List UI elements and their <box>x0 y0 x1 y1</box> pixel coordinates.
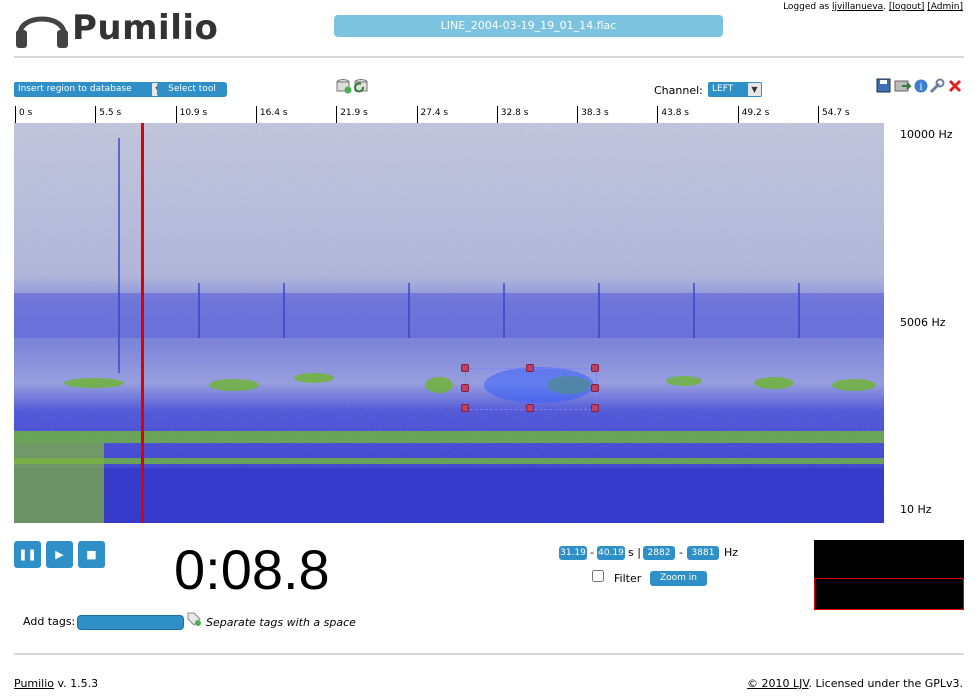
wrench-icon[interactable] <box>929 78 945 94</box>
database-refresh-icon[interactable] <box>354 79 368 93</box>
ruler-tick <box>657 106 659 123</box>
logout-link[interactable]: [logout] <box>889 2 924 12</box>
ruler-tick-label: 32.8 s <box>500 108 529 118</box>
ruler-tick-label: 10.9 s <box>179 108 208 118</box>
ruler-tick <box>416 106 418 123</box>
ruler-tick <box>175 106 177 123</box>
login-bar: Logged as ljvillanueva. [logout] [Admin] <box>783 2 963 12</box>
pause-icon: ❚❚ <box>18 548 37 561</box>
freq-unit-label: Hz <box>724 546 739 559</box>
ruler-tick <box>336 106 338 123</box>
time-unit-label: s | <box>628 546 641 559</box>
time-ruler: 0 s 5.5 s 10.9 s 16.4 s 21.9 s 27.4 s 32.8 s 38… <box>14 106 884 123</box>
pause-button[interactable]: ❚❚ <box>14 541 41 568</box>
filter-checkbox[interactable] <box>592 570 604 582</box>
ruler-tick <box>496 106 498 123</box>
time-end-field[interactable]: 40.19 <box>597 546 625 560</box>
overview-panel[interactable] <box>814 540 964 610</box>
footer-version: Pumilio v. 1.5.3 <box>14 677 98 690</box>
ruler-tick <box>255 106 257 123</box>
tags-hint: Separate tags with a space <box>206 616 356 629</box>
freq-label-top: 10000 Hz <box>900 128 953 141</box>
freq-label-bottom: 10 Hz <box>900 503 932 516</box>
info-icon[interactable]: i <box>914 79 928 94</box>
pumilio-link[interactable]: Pumilio <box>14 677 54 690</box>
time-start-field[interactable]: 31.19 <box>559 546 587 560</box>
filter-label: Filter <box>614 572 642 585</box>
spectrogram-image <box>14 123 884 523</box>
database-tools <box>336 78 370 94</box>
header-divider <box>14 56 964 58</box>
stop-button[interactable]: ■ <box>78 541 105 568</box>
tag-add-icon <box>186 611 202 627</box>
selection-handle[interactable] <box>590 363 599 372</box>
export-icon[interactable] <box>894 80 912 92</box>
copyright-link[interactable]: © 2010 LJV <box>747 677 808 690</box>
insert-region-select-label: Insert region to database <box>18 84 132 94</box>
tags-label: Add tags: <box>23 615 76 628</box>
ruler-tick-label: 0 s <box>19 108 33 118</box>
selection-handle[interactable] <box>525 403 534 412</box>
logged-as-label: Logged as <box>783 2 830 12</box>
insert-region-select[interactable]: Insert region to database ▼ <box>14 82 166 97</box>
freq-high-field[interactable]: 3881 <box>687 546 719 560</box>
save-icon[interactable] <box>876 78 891 93</box>
selection-handle[interactable] <box>590 383 599 392</box>
freq-label-mid: 5006 Hz <box>900 316 946 329</box>
app-name: Pumilio <box>72 8 219 48</box>
stop-icon: ■ <box>86 548 97 561</box>
tags-input[interactable] <box>77 615 184 630</box>
channel-select-value: LEFT <box>712 84 734 94</box>
ruler-tick-label: 49.2 s <box>741 108 770 118</box>
time-display: 0:08.8 <box>174 538 330 601</box>
dash-label: - <box>679 546 683 559</box>
selection-handle[interactable] <box>525 363 534 372</box>
select-tool-button[interactable]: Select tool <box>157 82 227 97</box>
footer-divider <box>14 653 964 655</box>
ruler-tick <box>95 106 97 123</box>
selection-handle[interactable] <box>590 403 599 412</box>
freq-low-field[interactable]: 2882 <box>643 546 675 560</box>
dash-label: - <box>590 546 594 559</box>
svg-text:i: i <box>919 82 922 93</box>
ruler-tick <box>15 106 16 123</box>
close-icon[interactable] <box>948 79 962 93</box>
license-text: . Licensed under the GPLv3. <box>808 677 964 690</box>
footer-license: © 2010 LJV. Licensed under the GPLv3. <box>747 677 963 690</box>
ruler-tick <box>577 106 579 123</box>
ruler-tick <box>737 106 739 123</box>
ruler-tick-label: 27.4 s <box>420 108 449 118</box>
chevron-down-icon: ▼ <box>748 83 761 96</box>
spectrogram[interactable] <box>14 123 884 523</box>
ruler-tick-label: 54.7 s <box>822 108 850 118</box>
right-tools: i <box>876 78 964 94</box>
file-title: LINE_2004-03-19_19_01_14.flac <box>334 15 723 37</box>
ruler-tick-label: 21.9 s <box>340 108 368 118</box>
play-button[interactable]: ▶ <box>46 541 73 568</box>
ruler-tick <box>818 106 819 123</box>
play-icon: ▶ <box>55 548 64 561</box>
admin-link[interactable]: [Admin] <box>927 2 963 12</box>
user-link[interactable]: ljvillanueva <box>832 2 883 12</box>
headphones-icon <box>16 16 68 48</box>
database-add-icon[interactable] <box>336 79 352 94</box>
selection-handle[interactable] <box>460 363 469 372</box>
selection-handle[interactable] <box>460 403 469 412</box>
ruler-tick-label: 43.8 s <box>661 108 689 118</box>
version-text: v. 1.5.3 <box>57 677 99 690</box>
channel-select[interactable]: LEFT ▼ <box>708 82 762 97</box>
playhead-cursor[interactable] <box>141 123 145 523</box>
zoom-in-button[interactable]: Zoom in <box>650 571 707 586</box>
ruler-tick-label: 16.4 s <box>259 108 288 118</box>
ruler-tick-label: 5.5 s <box>99 108 122 118</box>
selection-handle[interactable] <box>460 383 469 392</box>
ruler-tick-label: 38.3 s <box>581 108 609 118</box>
overview-viewport[interactable] <box>814 578 964 610</box>
channel-label: Channel: <box>654 84 703 97</box>
